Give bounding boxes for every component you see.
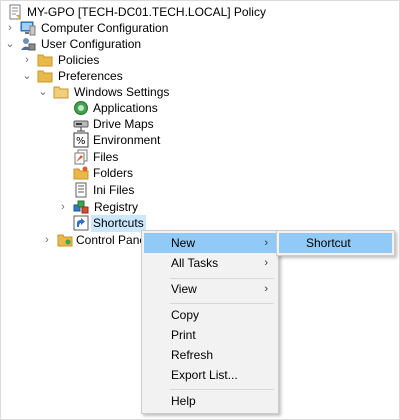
context-menu: New › All Tasks › View › Copy Print Refr…	[141, 230, 279, 414]
chevron-down-icon[interactable]: ⌄	[21, 68, 33, 85]
control-panel-icon	[57, 232, 73, 248]
registry-icon	[73, 199, 89, 215]
menu-item-label: Refresh	[171, 348, 214, 362]
chevron-down-icon[interactable]: ⌄	[37, 84, 49, 101]
menu-separator	[170, 389, 274, 390]
chevron-right-icon[interactable]: ›	[57, 199, 69, 216]
applications-icon	[73, 100, 89, 116]
submenu-arrow-icon: ›	[264, 257, 268, 269]
tree-item-label: Folders	[93, 166, 134, 180]
menu-item-label: All Tasks	[171, 256, 219, 270]
menu-item-all-tasks[interactable]: All Tasks ›	[144, 253, 276, 273]
menu-item-export-list[interactable]: Export List...	[144, 365, 276, 385]
tree-item-label: Control Panel	[76, 233, 149, 247]
tree-item-label: Environment	[93, 133, 161, 147]
tree-item-label: Applications	[93, 101, 158, 115]
ini-files-icon	[73, 182, 89, 198]
shortcut-icon	[73, 215, 89, 231]
chevron-right-icon[interactable]: ›	[41, 232, 53, 249]
menu-item-label: Print	[171, 328, 196, 342]
policy-doc-icon	[7, 4, 23, 20]
menu-item-view[interactable]: View ›	[144, 279, 276, 299]
folder-icon	[37, 52, 53, 68]
menu-item-shortcut[interactable]: Shortcut	[279, 233, 392, 253]
menu-item-label: Copy	[171, 308, 200, 322]
folders-icon	[73, 165, 89, 181]
menu-item-copy[interactable]: Copy	[144, 305, 276, 325]
menu-item-label: New	[171, 236, 196, 250]
tree-item-label: Preferences	[58, 69, 123, 83]
computer-icon	[20, 20, 36, 36]
drive-maps-icon	[73, 116, 89, 132]
menu-item-label: Shortcut	[306, 236, 351, 250]
folder-icon	[53, 84, 69, 100]
tree-item-label: Drive Maps	[93, 117, 154, 131]
menu-item-new[interactable]: New ›	[144, 233, 276, 253]
menu-item-label: Export List...	[171, 368, 238, 382]
menu-item-print[interactable]: Print	[144, 325, 276, 345]
menu-item-label: View	[171, 282, 197, 296]
new-submenu: Shortcut	[276, 230, 395, 256]
chevron-right-icon[interactable]: ›	[4, 20, 16, 37]
tree-item-label: Windows Settings	[74, 85, 170, 99]
tree-item-label: Ini Files	[93, 183, 135, 197]
tree-item-label: Shortcuts	[91, 215, 146, 232]
tree-item-label: Policies	[58, 53, 100, 67]
tree-item-label: Files	[93, 150, 119, 164]
tree-item-label: User Configuration	[41, 37, 142, 51]
chevron-right-icon[interactable]: ›	[21, 52, 33, 69]
menu-item-refresh[interactable]: Refresh	[144, 345, 276, 365]
menu-item-label: Help	[171, 394, 196, 408]
environment-icon: %	[73, 132, 89, 148]
svg-text:%: %	[76, 136, 86, 147]
tree-item-label: Registry	[94, 200, 139, 214]
menu-item-help[interactable]: Help	[144, 391, 276, 411]
files-icon	[73, 149, 89, 165]
gpo-editor-tree-pane: MY-GPO [TECH-DC01.TECH.LOCAL] Policy › C…	[0, 0, 400, 420]
submenu-arrow-icon: ›	[264, 237, 268, 249]
chevron-down-icon[interactable]: ⌄	[4, 36, 16, 53]
users-icon	[20, 36, 36, 52]
tree-item-label: Computer Configuration	[41, 21, 169, 35]
tree-root-label: MY-GPO [TECH-DC01.TECH.LOCAL] Policy	[27, 5, 266, 19]
folder-icon	[37, 68, 53, 84]
submenu-arrow-icon: ›	[264, 283, 268, 295]
menu-separator	[170, 303, 274, 304]
